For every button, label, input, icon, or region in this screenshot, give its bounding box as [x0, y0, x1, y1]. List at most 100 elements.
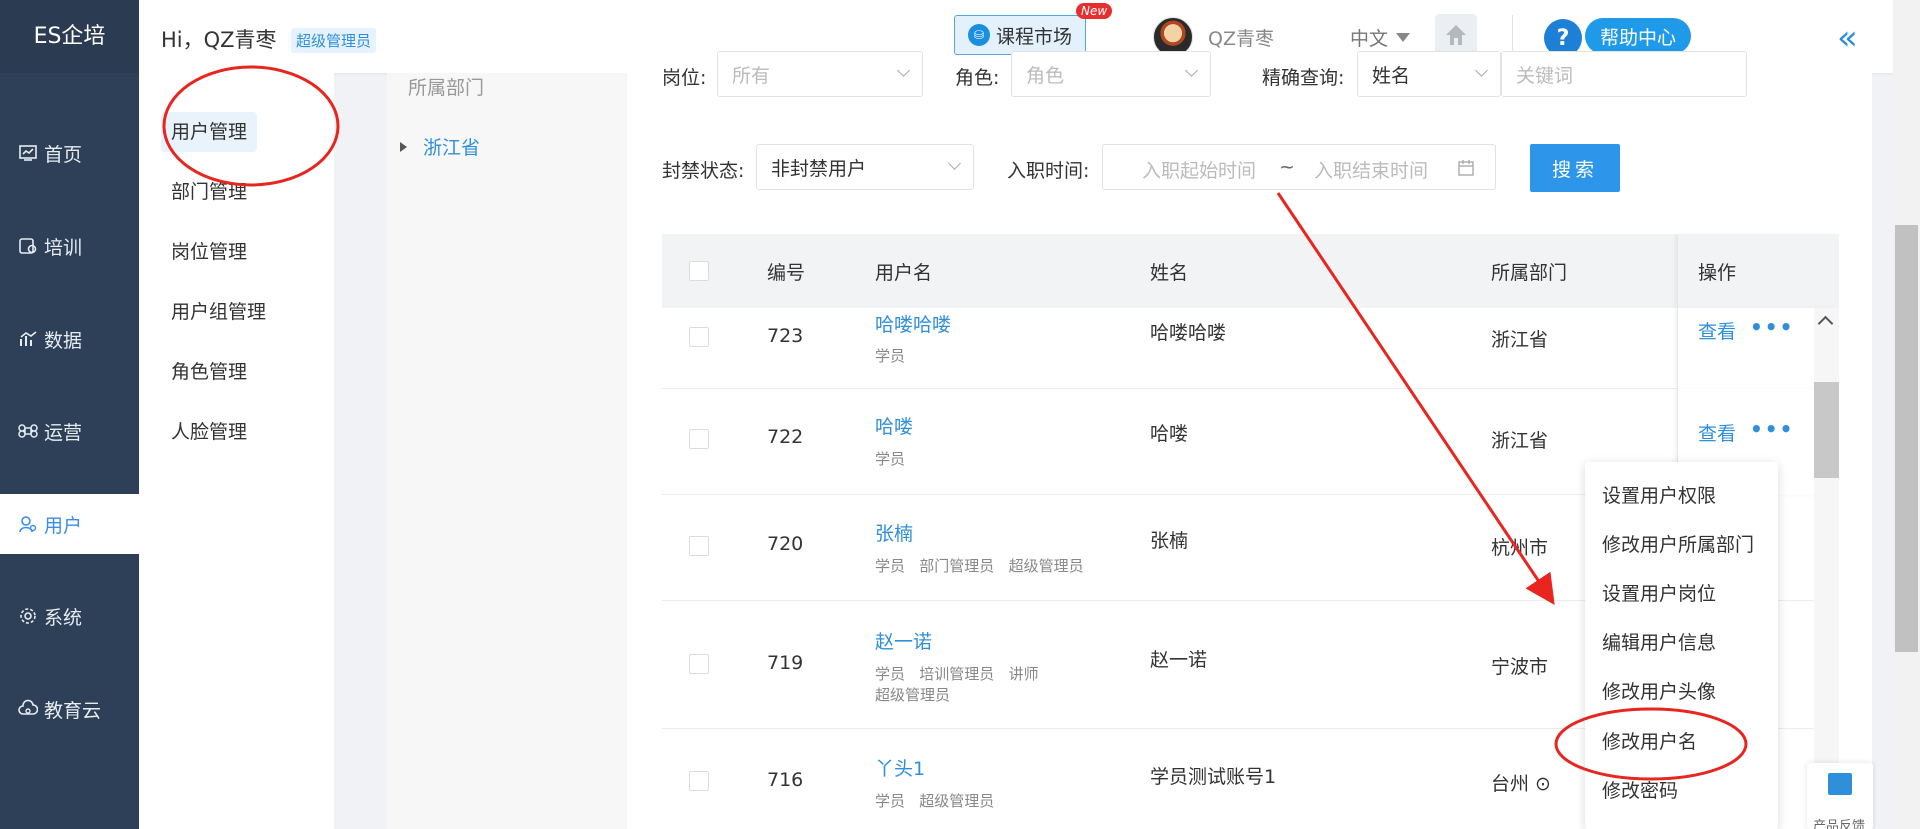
submenu-position-management[interactable]: 岗位管理 [161, 232, 257, 272]
row-tags: 学员 超级管理员 [875, 792, 995, 810]
table-header: 编号 用户名 姓名 所属部门 操作 [662, 234, 1839, 308]
view-link[interactable]: 查看 [1698, 419, 1736, 446]
table-scrollbar[interactable] [1814, 308, 1839, 829]
scroll-up-icon[interactable] [1817, 315, 1834, 332]
user-icon [16, 512, 40, 536]
nav-item-users[interactable]: 用户 [0, 494, 139, 554]
row-id: 716 [767, 769, 804, 791]
exact-query-select[interactable]: 姓名 [1357, 51, 1501, 97]
tree-node-label: 浙江省 [423, 137, 481, 159]
row-name: 学员测试账号1 [1150, 766, 1277, 788]
row-username-link[interactable]: 丫头1 [875, 754, 925, 781]
department-tree-title: 所属部门 [408, 77, 485, 99]
row-checkbox[interactable] [689, 327, 709, 347]
select-all-checkbox[interactable] [689, 261, 709, 281]
row-username-link[interactable]: 赵一诺 [875, 627, 932, 654]
ban-status-label: 封禁状态: [662, 160, 745, 182]
calendar-icon [1458, 160, 1474, 176]
course-market-label: 课程市场 [995, 25, 1072, 48]
language-select[interactable]: 中文 [1350, 24, 1411, 51]
position-select[interactable]: 所有 [717, 51, 923, 97]
row-checkbox[interactable] [689, 771, 709, 791]
nav-item-edu-cloud[interactable]: 教育云 [0, 679, 139, 739]
header-username[interactable]: QZ青枣 [1208, 24, 1274, 51]
exact-query-value: 姓名 [1372, 64, 1411, 87]
nav-item-home[interactable]: 首页 [0, 123, 139, 183]
chevron-down-icon [1185, 64, 1198, 77]
course-market-button[interactable]: ⛁ 课程市场 [954, 15, 1086, 55]
row-department: 台州 ⊙ [1491, 773, 1551, 795]
join-start-input[interactable]: 入职起始时间 [1142, 156, 1256, 183]
exact-query-label: 精确查询: [1262, 67, 1345, 89]
chevron-down-icon [1475, 64, 1488, 77]
home-icon [1446, 25, 1466, 45]
home-button[interactable] [1435, 14, 1477, 56]
row-username-link[interactable]: 张楠 [875, 519, 913, 546]
help-center-button[interactable]: 帮助中心 [1585, 18, 1691, 54]
table-scroll-thumb[interactable] [1814, 382, 1839, 478]
submenu-usergroup-management[interactable]: 用户组管理 [161, 292, 276, 332]
keyword-input[interactable]: 关键词 [1501, 51, 1747, 97]
role-badge: 超级管理员 [291, 28, 377, 53]
row-tags: 学员 部门管理员 超级管理员 [875, 557, 1084, 575]
row-username-link[interactable]: 哈喽哈喽 [875, 310, 951, 337]
expand-caret-icon[interactable] [400, 141, 407, 152]
row-name: 张楠 [1150, 530, 1189, 552]
page-scrollbar[interactable] [1893, 0, 1920, 829]
table-row[interactable]: 723 哈喽哈喽 学员 哈喽哈喽 浙江省 查看 ••• [662, 308, 1839, 389]
row-name: 赵一诺 [1150, 649, 1208, 671]
menu-change-avatar[interactable]: 修改用户头像 [1602, 677, 1716, 704]
submenu-face-management[interactable]: 人脸管理 [161, 412, 257, 452]
nav-item-system[interactable]: 系统 [0, 586, 139, 646]
nav-label: 系统 [44, 606, 83, 629]
submenu-role-management[interactable]: 角色管理 [161, 352, 257, 392]
product-feedback-button[interactable]: 产品反馈 [1807, 763, 1873, 829]
menu-change-username[interactable]: 修改用户名 [1602, 727, 1697, 754]
ban-status-select[interactable]: 非封禁用户 [756, 144, 974, 190]
collapse-sidebar-icon[interactable]: « [1837, 18, 1858, 58]
menu-edit-user-info[interactable]: 编辑用户信息 [1602, 628, 1716, 655]
nav-label: 运营 [44, 421, 83, 444]
menu-set-position[interactable]: 设置用户岗位 [1602, 579, 1716, 606]
tree-node-zhejiang[interactable]: 浙江省 [400, 133, 480, 160]
submenu-department-management[interactable]: 部门管理 [161, 172, 257, 212]
chart-icon [16, 327, 40, 351]
nav-label: 数据 [44, 329, 83, 352]
row-username-link[interactable]: 哈喽 [875, 412, 913, 439]
cloud-icon [16, 697, 40, 721]
view-link[interactable]: 查看 [1698, 317, 1736, 344]
row-id: 719 [767, 652, 804, 674]
keyword-placeholder: 关键词 [1516, 64, 1574, 87]
search-button[interactable]: 搜索 [1530, 144, 1620, 192]
more-actions-icon[interactable]: ••• [1750, 417, 1794, 441]
position-select-value: 所有 [732, 64, 771, 87]
row-id: 722 [767, 426, 804, 448]
more-actions-icon[interactable]: ••• [1750, 315, 1794, 339]
more-actions-dropdown: 设置用户权限 修改用户所属部门 设置用户岗位 编辑用户信息 修改用户头像 修改用… [1585, 462, 1778, 829]
join-date-range[interactable]: 入职起始时间 ~ 入职结束时间 [1102, 144, 1496, 190]
brand-logo[interactable]: ES企培 [0, 0, 139, 73]
menu-change-password[interactable]: 修改密码 [1602, 776, 1678, 803]
page-scroll-thumb[interactable] [1895, 225, 1918, 652]
nav-item-data[interactable]: 数据 [0, 309, 139, 369]
new-badge: New [1076, 3, 1113, 19]
role-select[interactable]: 角色 [1011, 51, 1211, 97]
nav-item-training[interactable]: 培训 [0, 216, 139, 276]
row-name: 哈喽哈喽 [1150, 322, 1227, 344]
row-checkbox[interactable] [689, 536, 709, 556]
row-tags: 学员 [875, 347, 906, 365]
nav-item-operations[interactable]: 运营 [0, 401, 139, 461]
col-department: 所属部门 [1491, 262, 1568, 284]
chevron-down-icon [897, 64, 910, 77]
sub-menu: 用户管理 部门管理 岗位管理 用户组管理 角色管理 人脸管理 [139, 73, 334, 829]
menu-change-department[interactable]: 修改用户所属部门 [1602, 530, 1754, 557]
submenu-user-management[interactable]: 用户管理 [161, 112, 258, 152]
row-department: 浙江省 [1491, 329, 1549, 351]
role-select-value: 角色 [1026, 64, 1065, 87]
row-checkbox[interactable] [689, 429, 709, 449]
row-checkbox[interactable] [689, 654, 709, 674]
shopping-bag-icon: ⛁ [967, 24, 990, 46]
role-filter-label: 角色: [955, 67, 1000, 89]
join-end-input[interactable]: 入职结束时间 [1314, 156, 1428, 183]
menu-set-permissions[interactable]: 设置用户权限 [1602, 481, 1716, 508]
